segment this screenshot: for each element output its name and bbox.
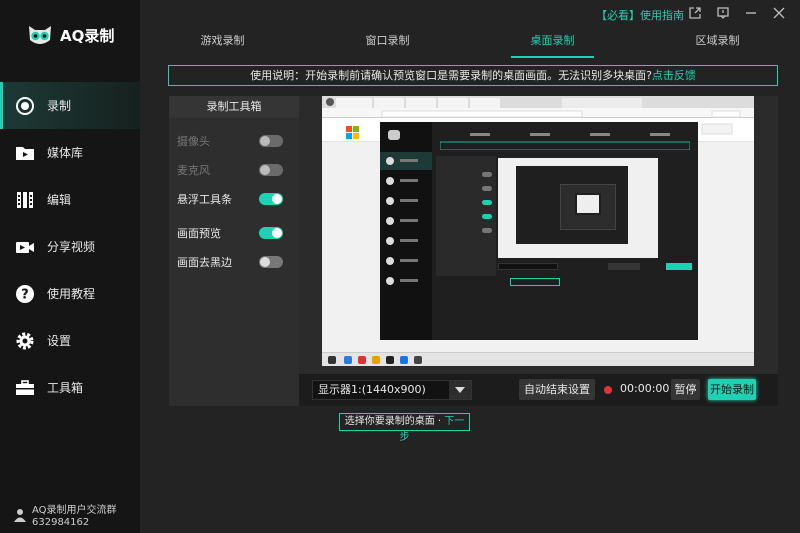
help-icon: ? <box>15 284 35 304</box>
sidebar-nav: 录制 媒体库 编辑 分享视频 ? 使用教程 设置 工具箱 <box>0 82 140 411</box>
floating-toolbar-label: 悬浮工具条 <box>177 192 232 206</box>
record-toolbox-panel: 录制工具箱 摄像头 麦克风 悬浮工具条 画面预览 画面去黑边 <box>169 96 299 406</box>
chevron-down-icon[interactable] <box>449 381 471 399</box>
toolbox-icon <box>15 378 35 398</box>
gear-icon <box>15 331 35 351</box>
media-library-icon <box>15 143 35 163</box>
owl-logo-icon <box>26 22 54 48</box>
sidebar: AQ录制 录制 媒体库 编辑 分享视频 ? 使用教程 设置 工具箱 AQ录制用户… <box>0 0 140 533</box>
guide-link[interactable]: 【必看】使用指南 <box>596 7 684 23</box>
notice-text: 使用说明：开始录制前请确认预览窗口是需要录制的桌面画面。无法识别多块桌面? <box>250 69 652 82</box>
record-control-bar: 显示器1:(1440x900) 自动结束设置 00:00:00 暂停 开始录制 <box>299 374 778 406</box>
sidebar-item-tutorial[interactable]: ? 使用教程 <box>0 270 140 317</box>
sidebar-item-record[interactable]: 录制 <box>0 82 140 129</box>
minimize-icon[interactable] <box>744 6 758 20</box>
group-name: AQ录制用户交流群 <box>32 505 117 516</box>
svg-text:?: ? <box>21 287 29 302</box>
floating-toolbar-toggle[interactable] <box>259 192 283 205</box>
monitor-select[interactable]: 显示器1:(1440x900) <box>312 380 472 400</box>
toolbox-title: 录制工具箱 <box>169 96 299 118</box>
monitor-select-value: 显示器1:(1440x900) <box>318 383 426 396</box>
title-bar: 【必看】使用指南 <box>140 0 800 28</box>
camera-toggle[interactable] <box>259 134 283 147</box>
toggle-row-preview: 画面预览 <box>169 218 299 247</box>
desktop-preview <box>322 96 754 366</box>
user-group-info[interactable]: AQ录制用户交流群 632984162 <box>14 501 140 533</box>
film-edit-icon <box>15 190 35 210</box>
pause-button[interactable]: 暂停 <box>671 379 700 400</box>
sidebar-item-label: 录制 <box>47 99 72 113</box>
tab-game-record[interactable]: 游戏录制 <box>140 28 305 58</box>
microphone-label: 麦克风 <box>177 163 210 177</box>
share-out-icon[interactable] <box>688 6 702 20</box>
sidebar-item-share[interactable]: 分享视频 <box>0 223 140 270</box>
remove-black-bars-toggle[interactable] <box>259 255 283 268</box>
preview-toggle[interactable] <box>259 226 283 239</box>
toggle-row-remove-black-bars: 画面去黑边 <box>169 247 299 276</box>
hint-text: 选择你要录制的桌面 · <box>344 416 445 427</box>
app-name: AQ录制 <box>60 26 115 45</box>
record-timer: 00:00:00 <box>620 382 670 395</box>
sidebar-item-settings[interactable]: 设置 <box>0 317 140 364</box>
record-status-dot <box>604 386 612 394</box>
toggle-row-floating-toolbar: 悬浮工具条 <box>169 184 299 213</box>
sidebar-item-label: 分享视频 <box>47 240 96 254</box>
tab-region-record[interactable]: 区域录制 <box>635 28 800 58</box>
preview-address-bar <box>322 108 754 118</box>
sidebar-item-media[interactable]: 媒体库 <box>0 129 140 176</box>
preview-nested-app <box>380 122 698 340</box>
window-controls <box>688 6 786 20</box>
preview-taskbar <box>322 352 754 366</box>
auto-stop-settings-button[interactable]: 自动结束设置 <box>519 379 595 400</box>
remove-black-bars-label: 画面去黑边 <box>177 255 232 269</box>
sidebar-item-label: 编辑 <box>47 193 72 207</box>
share-video-icon <box>15 237 35 257</box>
sidebar-item-label: 工具箱 <box>47 381 84 395</box>
toggle-row-camera: 摄像头 <box>169 126 299 155</box>
record-mode-tabs: 游戏录制 窗口录制 桌面录制 区域录制 <box>140 28 800 58</box>
microphone-toggle[interactable] <box>259 163 283 176</box>
start-record-button[interactable]: 开始录制 <box>708 379 756 400</box>
app-logo: AQ录制 <box>26 22 114 48</box>
toggle-row-microphone: 麦克风 <box>169 155 299 184</box>
next-step-hint: 选择你要录制的桌面 · 下一步 <box>339 413 470 443</box>
preview-area <box>299 96 778 406</box>
sidebar-item-edit[interactable]: 编辑 <box>0 176 140 223</box>
sidebar-item-label: 使用教程 <box>47 287 96 301</box>
record-icon <box>15 96 35 116</box>
close-icon[interactable] <box>772 6 786 20</box>
feedback-icon[interactable] <box>716 6 730 20</box>
tab-window-record[interactable]: 窗口录制 <box>305 28 470 58</box>
preview-label: 画面预览 <box>177 226 221 240</box>
group-number: 632984162 <box>32 517 90 528</box>
camera-label: 摄像头 <box>177 134 210 148</box>
feedback-link[interactable]: 点击反馈 <box>652 69 696 82</box>
sidebar-item-label: 媒体库 <box>47 146 84 160</box>
sidebar-item-toolbox[interactable]: 工具箱 <box>0 364 140 411</box>
usage-notice: 使用说明：开始录制前请确认预览窗口是需要录制的桌面画面。无法识别多块桌面?点击反… <box>168 65 778 86</box>
tab-desktop-record[interactable]: 桌面录制 <box>470 28 635 58</box>
sidebar-item-label: 设置 <box>47 334 72 348</box>
preview-browser-tabs <box>322 96 754 108</box>
user-icon <box>14 508 26 526</box>
